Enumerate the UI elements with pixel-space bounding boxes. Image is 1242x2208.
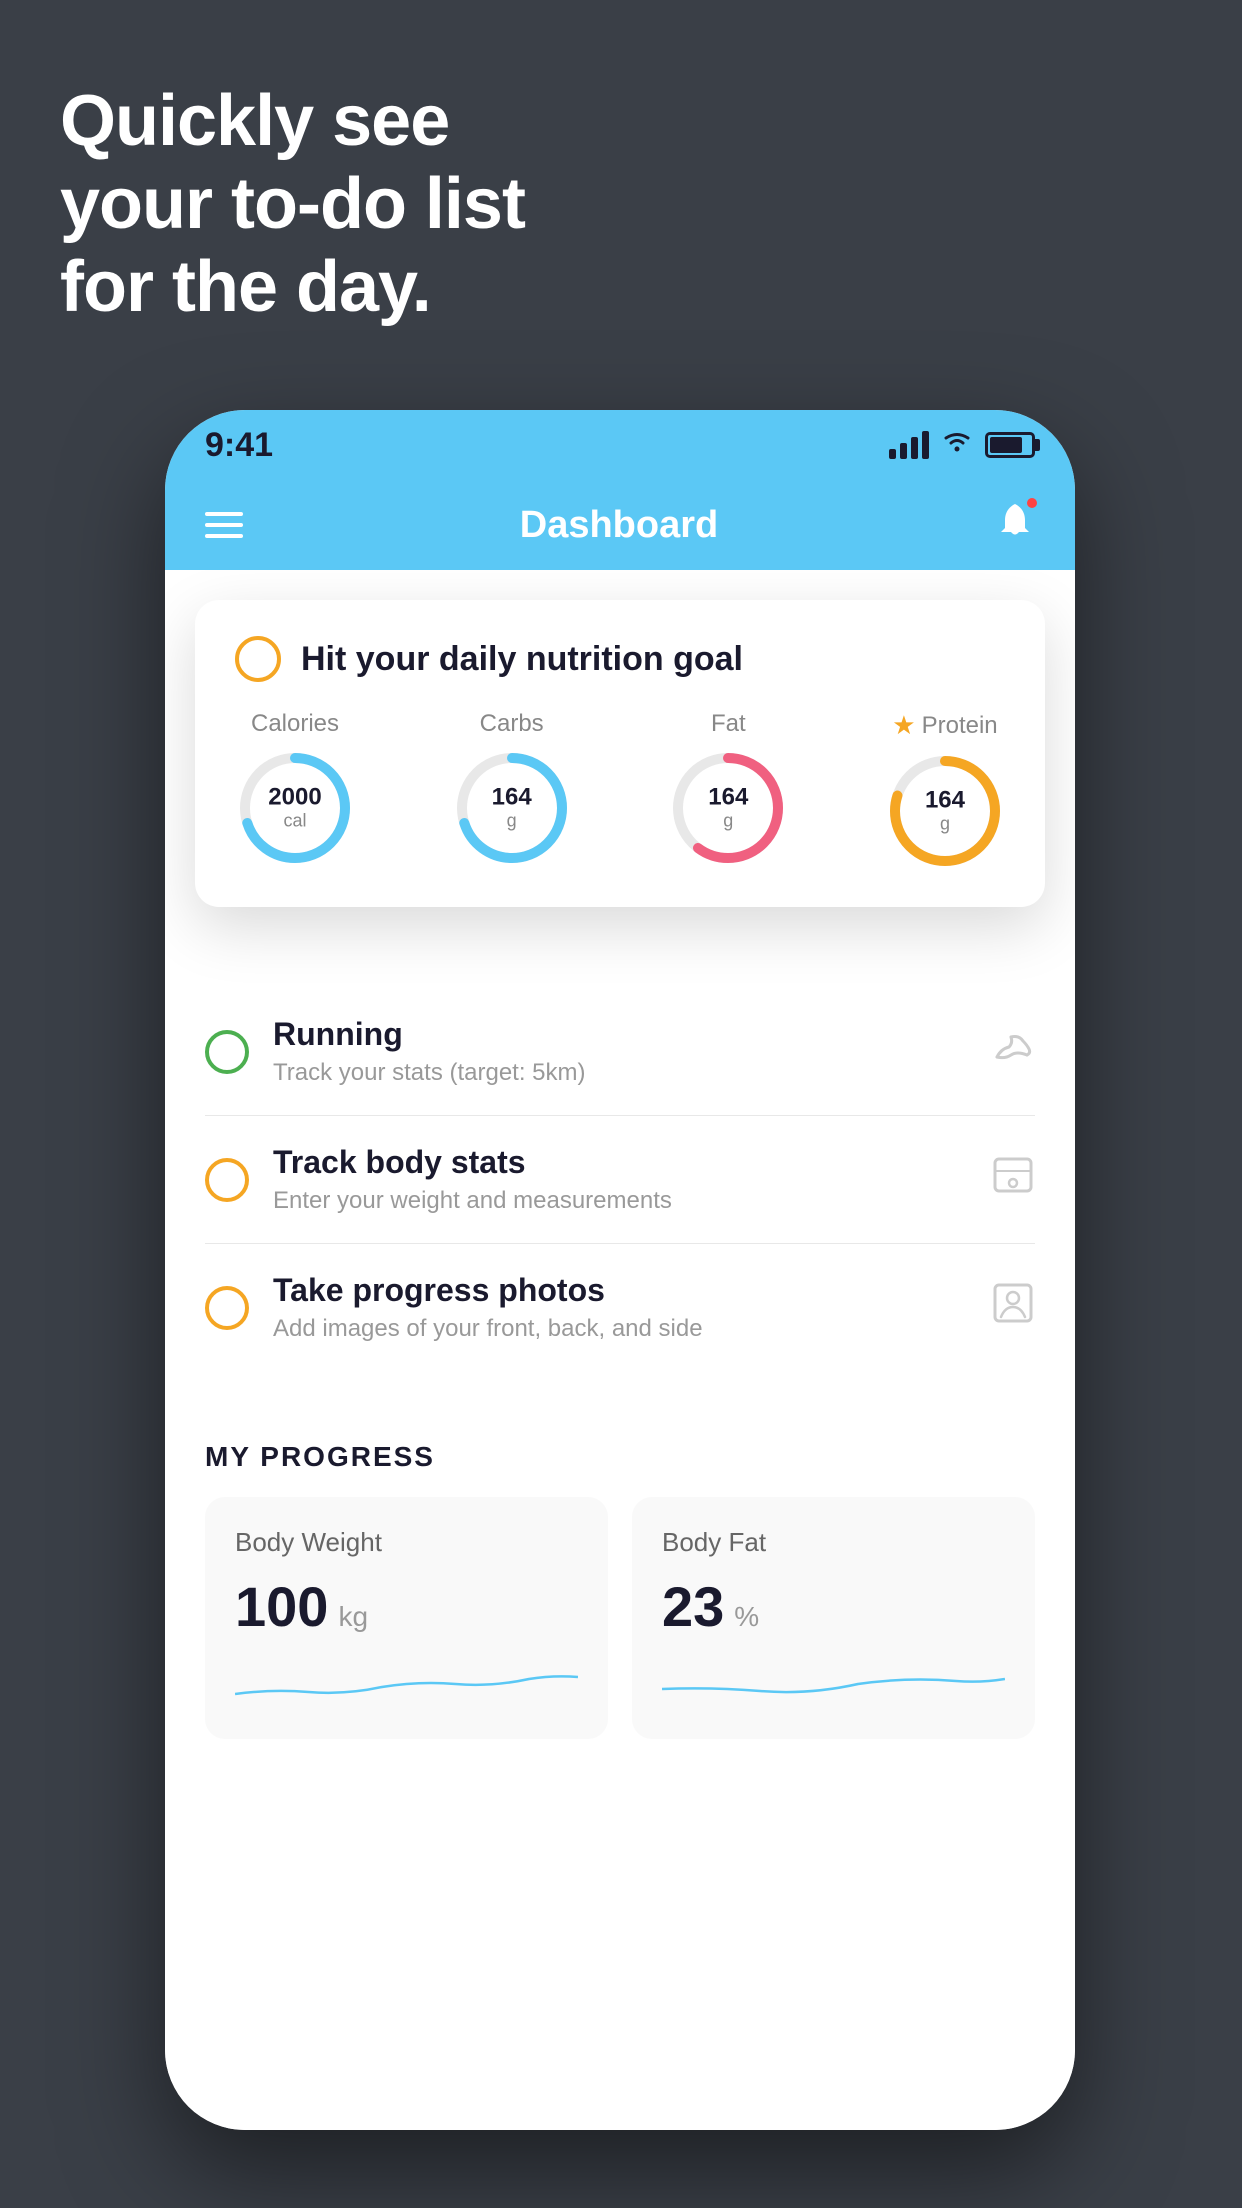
todo-bodystats-circle <box>205 1158 249 1202</box>
todo-bodystats-text: Track body stats Enter your weight and m… <box>273 1144 967 1215</box>
body-fat-chart <box>662 1659 1005 1709</box>
body-weight-value-row: 100 kg <box>235 1574 578 1639</box>
carbs-chart: 164 g <box>452 748 572 868</box>
headline-line1: Quickly see <box>60 80 525 163</box>
todo-item-photos[interactable]: Take progress photos Add images of your … <box>205 1244 1035 1371</box>
fat-unit: g <box>723 811 733 832</box>
progress-section: MY PROGRESS Body Weight 100 kg <box>165 1401 1075 1739</box>
signal-icon <box>889 431 929 459</box>
status-icons <box>889 429 1035 461</box>
todo-running-text: Running Track your stats (target: 5km) <box>273 1016 967 1087</box>
protein-chart: 164 g <box>885 751 1005 871</box>
fat-label: Fat <box>711 710 746 738</box>
protein-label: Protein <box>922 712 998 740</box>
progress-cards: Body Weight 100 kg Body Fat 23 <box>205 1497 1035 1739</box>
app-header: Dashboard <box>165 480 1075 570</box>
todo-photos-title: Take progress photos <box>273 1272 967 1309</box>
nutrition-goal-card: Hit your daily nutrition goal Calories 2… <box>195 600 1045 907</box>
body-fat-title: Body Fat <box>662 1527 1005 1558</box>
protein-unit: g <box>940 814 950 835</box>
todo-list: Running Track your stats (target: 5km) T… <box>165 988 1075 1371</box>
fat-value: 164 <box>708 784 748 810</box>
body-fat-card[interactable]: Body Fat 23 % <box>632 1497 1035 1739</box>
progress-header: MY PROGRESS <box>205 1441 1035 1473</box>
todo-item-body-stats[interactable]: Track body stats Enter your weight and m… <box>205 1116 1035 1244</box>
todo-bodystats-title: Track body stats <box>273 1144 967 1181</box>
wifi-icon <box>941 429 973 461</box>
todo-running-circle <box>205 1030 249 1074</box>
carbs-item: Carbs 164 g <box>452 710 572 868</box>
fat-item: Fat 164 g <box>668 710 788 868</box>
todo-running-title: Running <box>273 1016 967 1053</box>
phone-frame: 9:41 Dashboard <box>165 410 1075 2130</box>
todo-item-running[interactable]: Running Track your stats (target: 5km) <box>205 988 1035 1116</box>
menu-button[interactable] <box>205 512 243 538</box>
nutrition-goal-title: Hit your daily nutrition goal <box>301 640 743 679</box>
body-fat-value-row: 23 % <box>662 1574 1005 1639</box>
notification-button[interactable] <box>995 500 1035 550</box>
carbs-unit: g <box>507 811 517 832</box>
person-icon <box>991 1281 1035 1335</box>
scale-icon <box>991 1153 1035 1207</box>
carbs-value: 164 <box>492 784 532 810</box>
calories-label: Calories <box>251 710 339 738</box>
headline-line2: your to-do list <box>60 163 525 246</box>
body-weight-card[interactable]: Body Weight 100 kg <box>205 1497 608 1739</box>
header-title: Dashboard <box>520 504 718 547</box>
todo-bodystats-subtitle: Enter your weight and measurements <box>273 1187 967 1215</box>
content-area: THINGS TO DO TODAY Hit your daily nutrit… <box>165 570 1075 2130</box>
carbs-label: Carbs <box>480 710 544 738</box>
nutrition-grid: Calories 2000 cal Carbs <box>235 710 1005 871</box>
body-weight-title: Body Weight <box>235 1527 578 1558</box>
todo-photos-subtitle: Add images of your front, back, and side <box>273 1315 967 1343</box>
body-weight-chart <box>235 1659 578 1709</box>
body-fat-unit: % <box>734 1601 759 1633</box>
headline-line3: for the day. <box>60 246 525 329</box>
battery-icon <box>985 432 1035 458</box>
body-fat-value: 23 <box>662 1574 724 1639</box>
goal-checkbox[interactable] <box>235 636 281 682</box>
calories-unit: cal <box>283 811 306 832</box>
protein-item: ★ Protein 164 g <box>885 710 1005 871</box>
calories-chart: 2000 cal <box>235 748 355 868</box>
calories-item: Calories 2000 cal <box>235 710 355 868</box>
body-weight-unit: kg <box>338 1601 368 1633</box>
status-bar: 9:41 <box>165 410 1075 480</box>
notification-dot <box>1025 496 1039 510</box>
headline: Quickly see your to-do list for the day. <box>60 80 525 328</box>
body-weight-value: 100 <box>235 1574 328 1639</box>
todo-photos-text: Take progress photos Add images of your … <box>273 1272 967 1343</box>
fat-chart: 164 g <box>668 748 788 868</box>
protein-value: 164 <box>925 787 965 813</box>
todo-photos-circle <box>205 1286 249 1330</box>
status-time: 9:41 <box>205 426 273 465</box>
todo-running-subtitle: Track your stats (target: 5km) <box>273 1059 967 1087</box>
running-icon <box>991 1029 1035 1075</box>
star-icon: ★ <box>892 710 915 741</box>
calories-value: 2000 <box>268 784 321 810</box>
